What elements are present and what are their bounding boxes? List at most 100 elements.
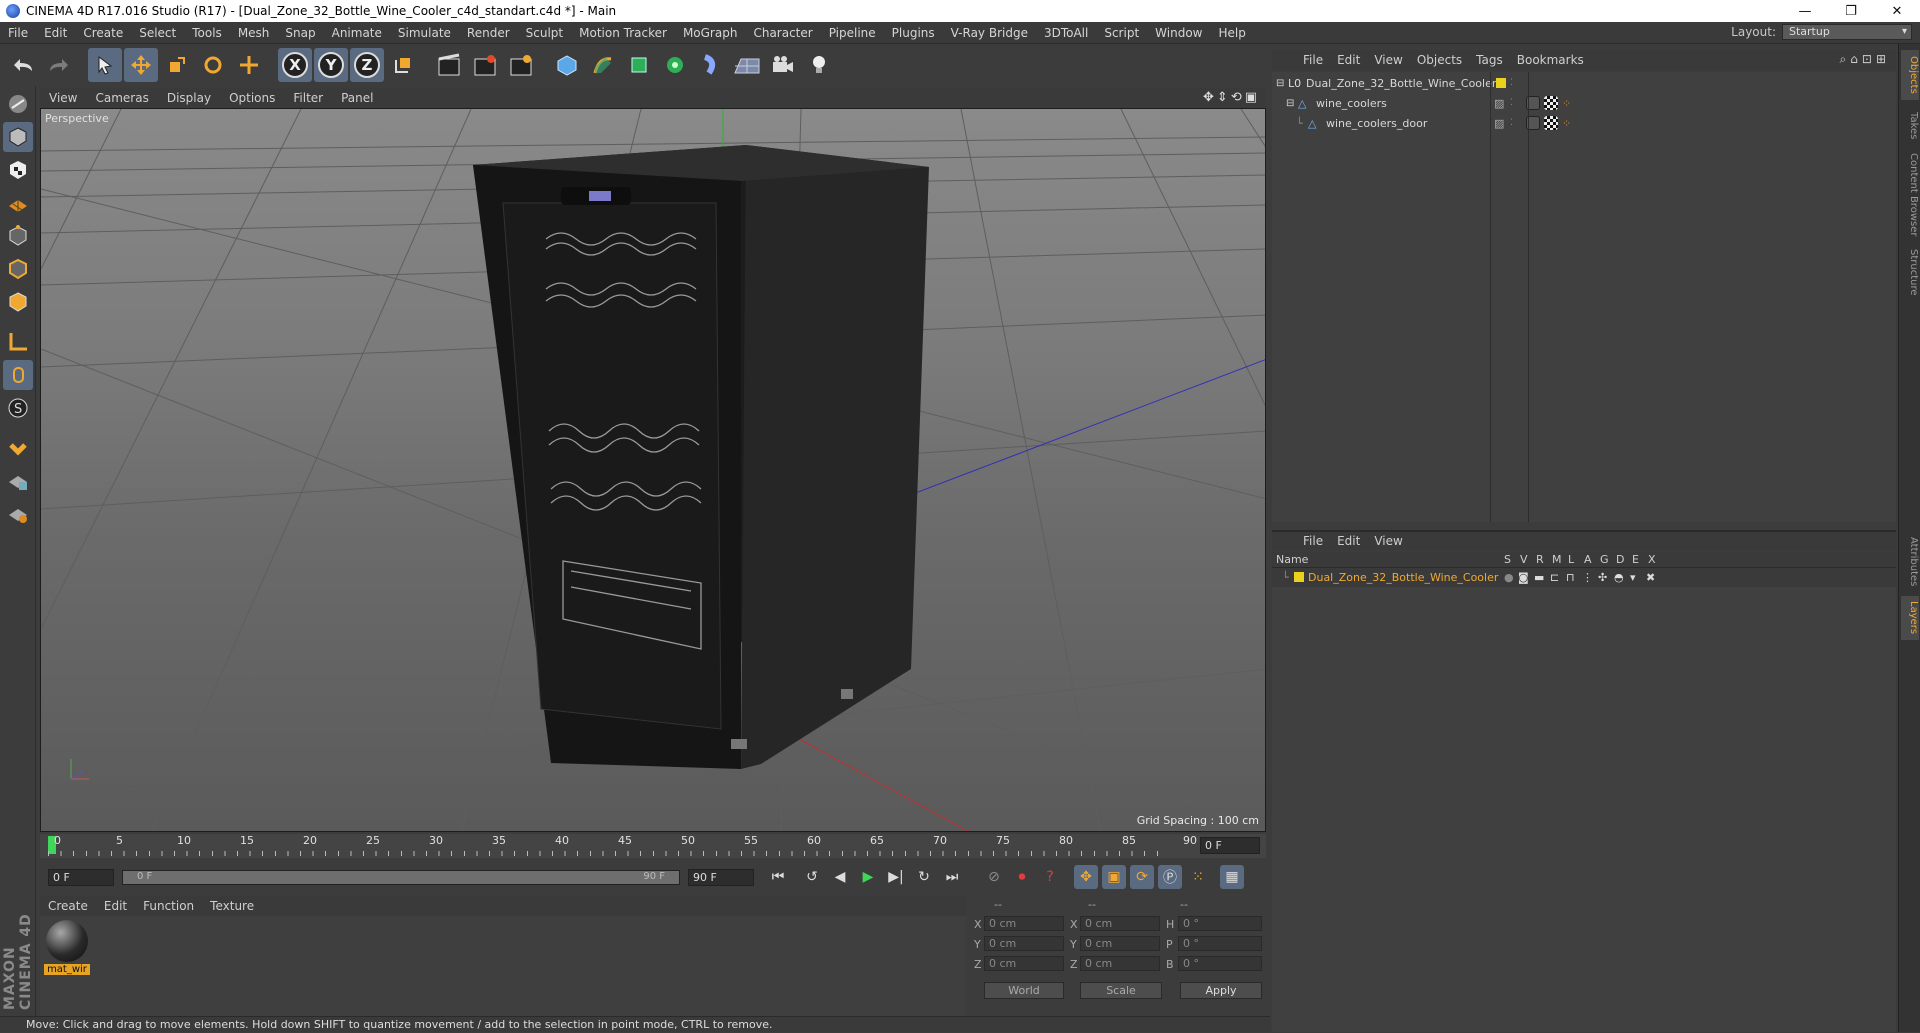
- layer-col-animation[interactable]: A: [1584, 553, 1592, 566]
- position-y-field[interactable]: 0 cm: [984, 936, 1064, 951]
- model-mode-icon[interactable]: [3, 122, 33, 152]
- position-x-field[interactable]: 0 cm: [984, 916, 1064, 931]
- layer-col-generators[interactable]: G: [1600, 553, 1609, 566]
- key-pla-icon[interactable]: ⁙: [1186, 865, 1210, 889]
- rotation-h-field[interactable]: 0 °: [1178, 916, 1262, 931]
- menu-tools[interactable]: Tools: [184, 26, 230, 40]
- menu-script[interactable]: Script: [1096, 26, 1147, 40]
- play-forward-icon[interactable]: ▶: [856, 865, 880, 889]
- layer-col-manager[interactable]: M: [1552, 553, 1562, 566]
- menu-plugins[interactable]: Plugins: [884, 26, 943, 40]
- workplane-mode-icon[interactable]: [3, 188, 33, 218]
- size-x-field[interactable]: 0 cm: [1080, 916, 1160, 931]
- layer-animation-toggle[interactable]: ⋮: [1582, 568, 1593, 587]
- column-divider[interactable]: [1490, 72, 1491, 522]
- object-menu-file[interactable]: File: [1296, 53, 1330, 67]
- coordinate-space-select[interactable]: World: [984, 982, 1064, 999]
- menu-mesh[interactable]: Mesh: [230, 26, 278, 40]
- menu-help[interactable]: Help: [1210, 26, 1253, 40]
- object-row[interactable]: ⊟ △ wine_coolers ▨ ⁚ ⁘: [1272, 94, 1896, 113]
- viewport-menu-panel[interactable]: Panel: [332, 91, 382, 105]
- key-scale-icon[interactable]: ▣: [1102, 865, 1126, 889]
- live-select-icon[interactable]: [232, 48, 266, 82]
- layer-col-deformers[interactable]: D: [1616, 553, 1624, 566]
- key-rotation-icon[interactable]: ⟳: [1130, 865, 1154, 889]
- texture-tag-icon[interactable]: [1544, 96, 1558, 110]
- minimize-button[interactable]: —: [1782, 0, 1828, 22]
- visibility-dots-icon[interactable]: ⁚: [1510, 94, 1513, 113]
- object-row[interactable]: └ △ wine_coolers_door ▨ ⁚ ⁘: [1272, 114, 1896, 133]
- menu-edit[interactable]: Edit: [36, 26, 75, 40]
- autokey-icon[interactable]: ⏺: [1010, 865, 1034, 889]
- axis-mode-icon[interactable]: [3, 327, 33, 357]
- menu-window[interactable]: Window: [1147, 26, 1210, 40]
- tab-attributes[interactable]: Attributes: [1901, 532, 1919, 592]
- material-swatch[interactable]: mat_wir: [44, 920, 90, 975]
- tab-structure[interactable]: Structure: [1901, 244, 1919, 300]
- render-picture-viewer-icon[interactable]: [468, 48, 502, 82]
- visibility-dots-icon[interactable]: ⁚: [1510, 114, 1513, 133]
- material-tag-icon[interactable]: ⁘: [1562, 114, 1571, 133]
- layer-render-toggle[interactable]: ▬: [1534, 568, 1544, 587]
- tweak-mode-icon[interactable]: [3, 360, 33, 390]
- key-position-icon[interactable]: ✥: [1074, 865, 1098, 889]
- maximize-button[interactable]: ❐: [1828, 0, 1874, 22]
- y-axis-lock-button[interactable]: Y: [314, 48, 348, 82]
- quantize-icon[interactable]: [3, 499, 33, 529]
- timeline-ruler[interactable]: 0 5 10 15 20 25 30 35 40 45 50 55 60 65 …: [40, 834, 1266, 858]
- menu-animate[interactable]: Animate: [324, 26, 390, 40]
- light-icon[interactable]: [802, 48, 836, 82]
- edges-mode-icon[interactable]: [3, 254, 33, 284]
- object-row[interactable]: ⊟ L0 Dual_Zone_32_Bottle_Wine_Cooler ⁚: [1272, 74, 1896, 93]
- menu-motion-tracker[interactable]: Motion Tracker: [571, 26, 675, 40]
- current-frame-field[interactable]: 0 F: [1200, 837, 1260, 854]
- keyframe-selection-icon[interactable]: ?: [1038, 865, 1062, 889]
- menu-render[interactable]: Render: [459, 26, 518, 40]
- menu-simulate[interactable]: Simulate: [390, 26, 459, 40]
- camera-icon[interactable]: [766, 48, 800, 82]
- viewport-menu-cameras[interactable]: Cameras: [86, 91, 157, 105]
- layer-xref-toggle[interactable]: ✖: [1646, 568, 1655, 587]
- object-menu-view[interactable]: View: [1367, 53, 1409, 67]
- tab-layers[interactable]: Layers: [1901, 596, 1919, 640]
- previous-frame-icon[interactable]: ◀: [828, 865, 852, 889]
- layer-col-locked[interactable]: L: [1568, 553, 1574, 566]
- next-keyframe-icon[interactable]: ↻: [912, 865, 936, 889]
- deformer-icon[interactable]: [694, 48, 728, 82]
- tab-content-browser[interactable]: Content Browser: [1901, 152, 1919, 238]
- menu-character[interactable]: Character: [745, 26, 820, 40]
- texture-mode-icon[interactable]: [3, 155, 33, 185]
- object-menu-tags[interactable]: Tags: [1469, 53, 1510, 67]
- size-mode-select[interactable]: Scale: [1080, 982, 1162, 999]
- viewport-navigation-icons[interactable]: ✥⇕⟲▣: [1203, 90, 1260, 105]
- floor-environment-icon[interactable]: [730, 48, 764, 82]
- menu-create[interactable]: Create: [75, 26, 131, 40]
- material-menu-function[interactable]: Function: [135, 899, 202, 913]
- layer-menu-file[interactable]: File: [1296, 534, 1330, 548]
- layer-menu-edit[interactable]: Edit: [1330, 534, 1367, 548]
- layer-visible-toggle[interactable]: ◙: [1518, 568, 1529, 587]
- layer-manager-toggle[interactable]: ⊏: [1550, 568, 1559, 587]
- layer-solo-toggle[interactable]: ●: [1504, 568, 1514, 587]
- make-editable-icon[interactable]: [3, 89, 33, 119]
- rotation-p-field[interactable]: 0 °: [1178, 936, 1262, 951]
- z-axis-lock-button[interactable]: Z: [350, 48, 384, 82]
- visibility-dots-icon[interactable]: ⁚: [1510, 74, 1513, 93]
- tab-takes[interactable]: Takes: [1901, 106, 1919, 146]
- object-menu-edit[interactable]: Edit: [1330, 53, 1367, 67]
- record-active-objects-icon[interactable]: ⊘: [982, 865, 1006, 889]
- undo-icon[interactable]: [6, 48, 40, 82]
- coordinate-system-icon[interactable]: [386, 48, 420, 82]
- menu-pipeline[interactable]: Pipeline: [821, 26, 884, 40]
- size-y-field[interactable]: 0 cm: [1080, 936, 1160, 951]
- material-menu-create[interactable]: Create: [40, 899, 96, 913]
- material-menu-edit[interactable]: Edit: [96, 899, 135, 913]
- viewport-menu-view[interactable]: View: [40, 91, 86, 105]
- size-z-field[interactable]: 0 cm: [1080, 956, 1160, 971]
- object-manager-search-icons[interactable]: ⌕⌂⊡⊞: [1840, 52, 1890, 67]
- end-frame-field[interactable]: 90 F: [688, 868, 754, 886]
- layer-col-render[interactable]: R: [1536, 553, 1544, 566]
- menu-mograph[interactable]: MoGraph: [675, 26, 746, 40]
- polygons-mode-icon[interactable]: [3, 287, 33, 317]
- scale-tool-icon[interactable]: [160, 48, 194, 82]
